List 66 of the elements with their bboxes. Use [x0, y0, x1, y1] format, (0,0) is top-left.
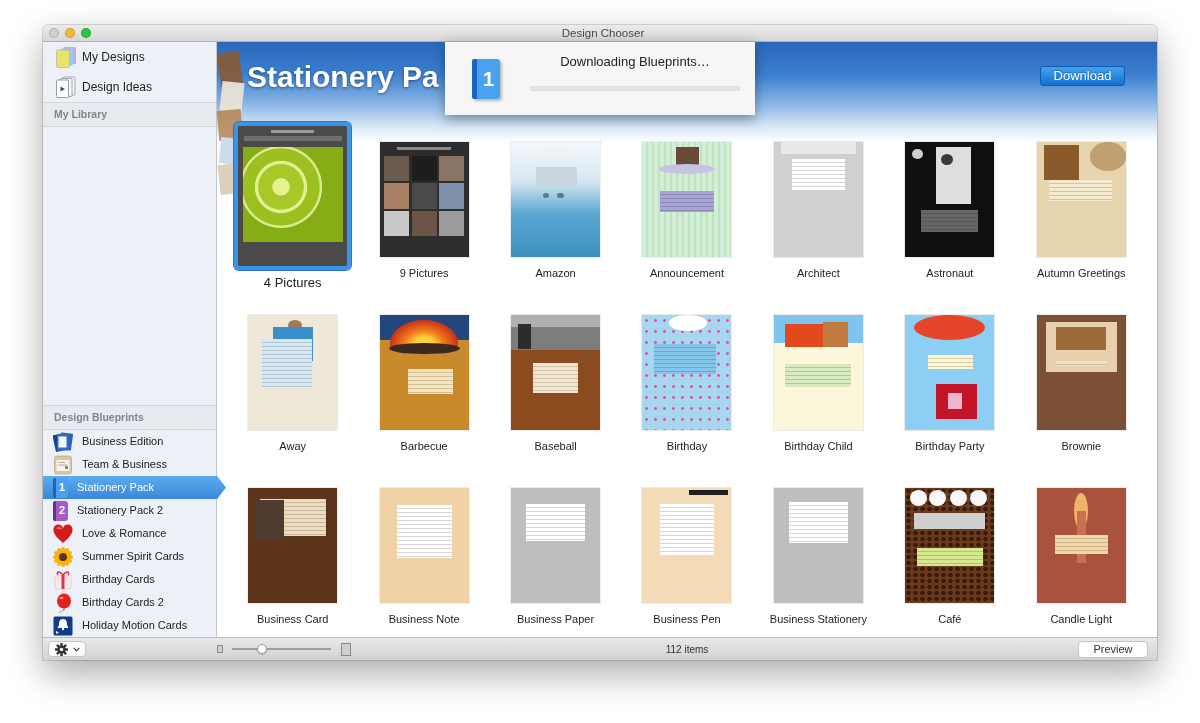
- section-header: My Library: [43, 102, 216, 127]
- design-name: Birthday Party: [915, 439, 985, 453]
- design-name: Architect: [797, 266, 840, 280]
- download-button[interactable]: Download: [1040, 66, 1125, 86]
- icon-number: 1: [58, 480, 66, 496]
- stationery-preview-drawing[interactable]: [234, 122, 352, 270]
- design-name: Birthday: [666, 439, 708, 453]
- design-name: Birthday Child: [784, 439, 853, 453]
- pages-stack-icon: [55, 46, 77, 68]
- large-page-icon: [341, 642, 351, 656]
- sidebar-item[interactable]: Business Edition: [43, 430, 216, 453]
- slider-thumb[interactable]: [256, 644, 267, 654]
- sidebar-item[interactable]: Team & Business: [43, 453, 216, 476]
- preview-button[interactable]: Preview: [1078, 640, 1148, 658]
- design-name: Away: [279, 439, 307, 453]
- sidebar-item[interactable]: Design Ideas: [43, 72, 216, 102]
- sidebar-item[interactable]: Holiday Motion Cards: [43, 614, 216, 637]
- paper-tray-icon: [53, 454, 73, 475]
- sidebar-item[interactable]: My Designs: [43, 42, 216, 72]
- design-name: Business Pen: [653, 612, 721, 626]
- design-name: Candle Light: [1050, 612, 1113, 626]
- item-count: 112 items: [665, 642, 709, 657]
- minimize-button[interactable]: [65, 28, 75, 38]
- caret-icon: [73, 646, 80, 652]
- design-name: Announcement: [650, 266, 724, 280]
- stationery-preview-drawing[interactable]: [379, 142, 469, 257]
- section-header: Design Blueprints: [43, 405, 216, 430]
- sidebar-item[interactable]: Love & Romance: [43, 522, 216, 545]
- bell-tile-icon: [53, 615, 73, 636]
- sidebar-item[interactable]: Summer Spirit Cards: [43, 545, 216, 568]
- sunflower-icon: [53, 546, 73, 567]
- design-name: Baseball: [534, 439, 577, 453]
- icon-number: 2: [58, 503, 66, 519]
- settings-icon: [55, 642, 68, 656]
- stationery-preview-drawing[interactable]: [905, 142, 995, 257]
- icon-number: 1: [482, 66, 495, 92]
- window-title: Design Chooser: [561, 26, 645, 40]
- sidebar-item[interactable]: Birthday Cards 2: [43, 591, 216, 614]
- design-name: Autumn Greetings: [1036, 266, 1126, 280]
- design-name: Café: [938, 612, 962, 626]
- gift-box-icon: [53, 569, 73, 590]
- small-page-icon: [217, 645, 223, 653]
- stationery-preview-drawing[interactable]: [905, 488, 995, 603]
- stationery-preview-drawing[interactable]: [248, 488, 338, 603]
- status-message: Downloading Blueprints…: [560, 54, 710, 70]
- stationery-preview-drawing[interactable]: [642, 142, 732, 257]
- sidebar-item[interactable]: Birthday Cards: [43, 568, 216, 591]
- settings-menu-button[interactable]: [48, 641, 86, 657]
- stationery-preview-drawing[interactable]: [379, 315, 469, 430]
- design-name: Business Note: [388, 612, 460, 626]
- sidebar-item[interactable]: 2 Stationery Pack 2: [43, 499, 216, 522]
- design-name: 4 Pictures: [263, 275, 322, 291]
- pages-play-icon: [55, 76, 77, 98]
- banner-title: Stationery Pa: [247, 59, 439, 95]
- design-name: 9 Pictures: [399, 266, 449, 280]
- design-name: Amazon: [535, 266, 576, 280]
- design-name: Business Card: [256, 612, 329, 626]
- heart-icon: [53, 523, 73, 544]
- zoom-button[interactable]: [81, 28, 91, 38]
- design-name: Barbecue: [400, 439, 448, 453]
- document-stack-icon: [53, 431, 73, 452]
- design-name: Brownie: [1061, 439, 1102, 453]
- design-name: Business Paper: [517, 612, 595, 626]
- design-name: Business Stationery: [769, 612, 868, 626]
- design-name: Astronaut: [926, 266, 974, 280]
- stationery-preview-drawing[interactable]: [511, 315, 601, 430]
